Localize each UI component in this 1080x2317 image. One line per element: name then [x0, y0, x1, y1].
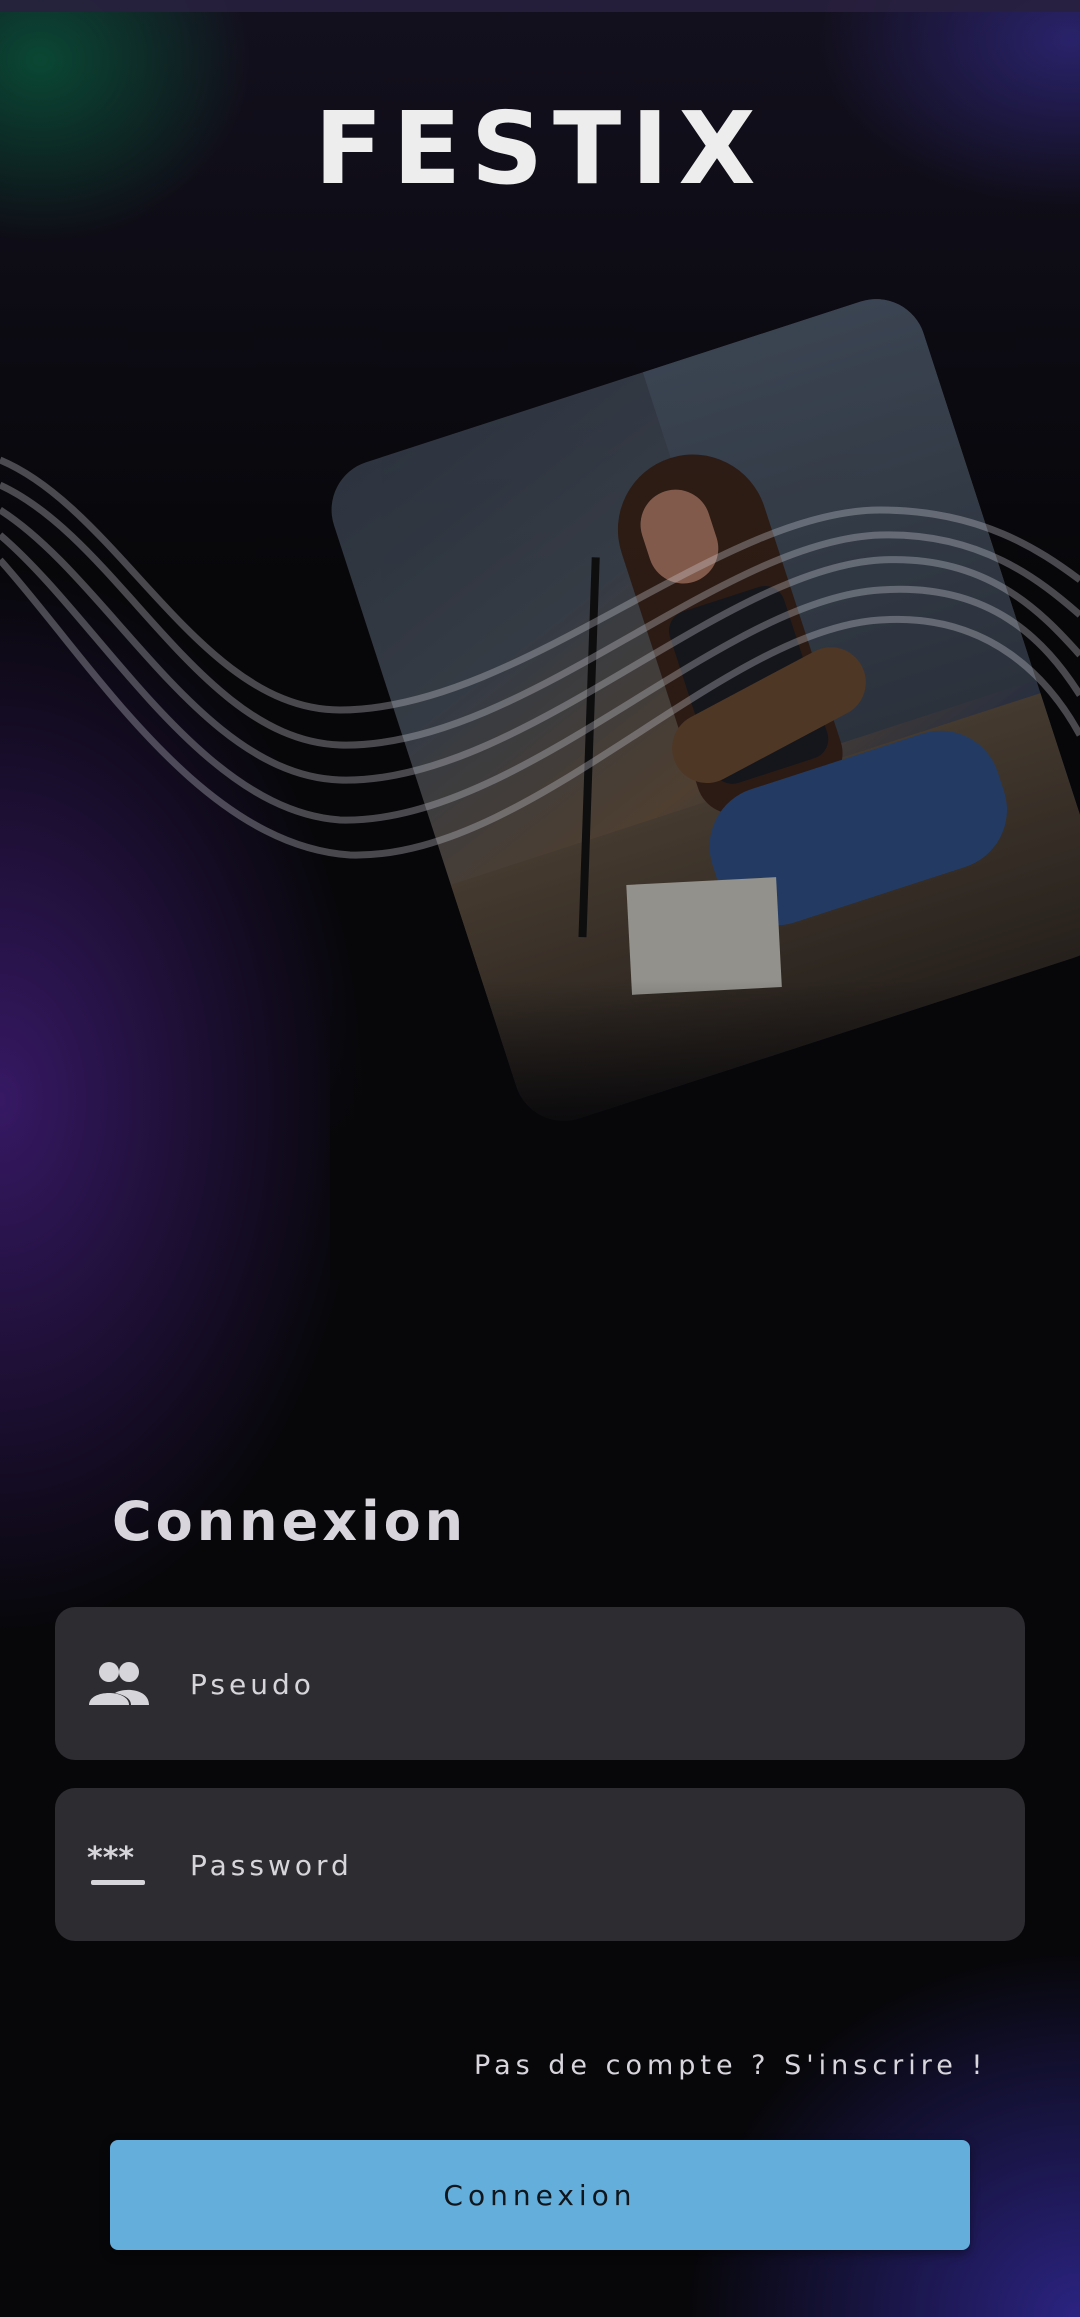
svg-text:***: ***: [87, 1841, 134, 1876]
app-logo: FESTIX: [314, 90, 766, 207]
signup-link[interactable]: Pas de compte ? S'inscrire !: [474, 2050, 987, 2081]
login-button[interactable]: Connexion: [110, 2140, 970, 2250]
password-input[interactable]: [188, 1788, 992, 1943]
wave-lines-decoration: [0, 456, 1080, 859]
photo-fade: [330, 980, 1080, 1280]
login-heading: Connexion: [112, 1490, 468, 1553]
username-field[interactable]: [55, 1607, 1025, 1762]
status-bar: [0, 0, 1080, 12]
password-field[interactable]: ***: [55, 1788, 1025, 1943]
people-icon: [87, 1659, 151, 1709]
password-icon: ***: [87, 1840, 151, 1890]
music-sheet: [626, 877, 782, 995]
username-input[interactable]: [188, 1607, 992, 1762]
